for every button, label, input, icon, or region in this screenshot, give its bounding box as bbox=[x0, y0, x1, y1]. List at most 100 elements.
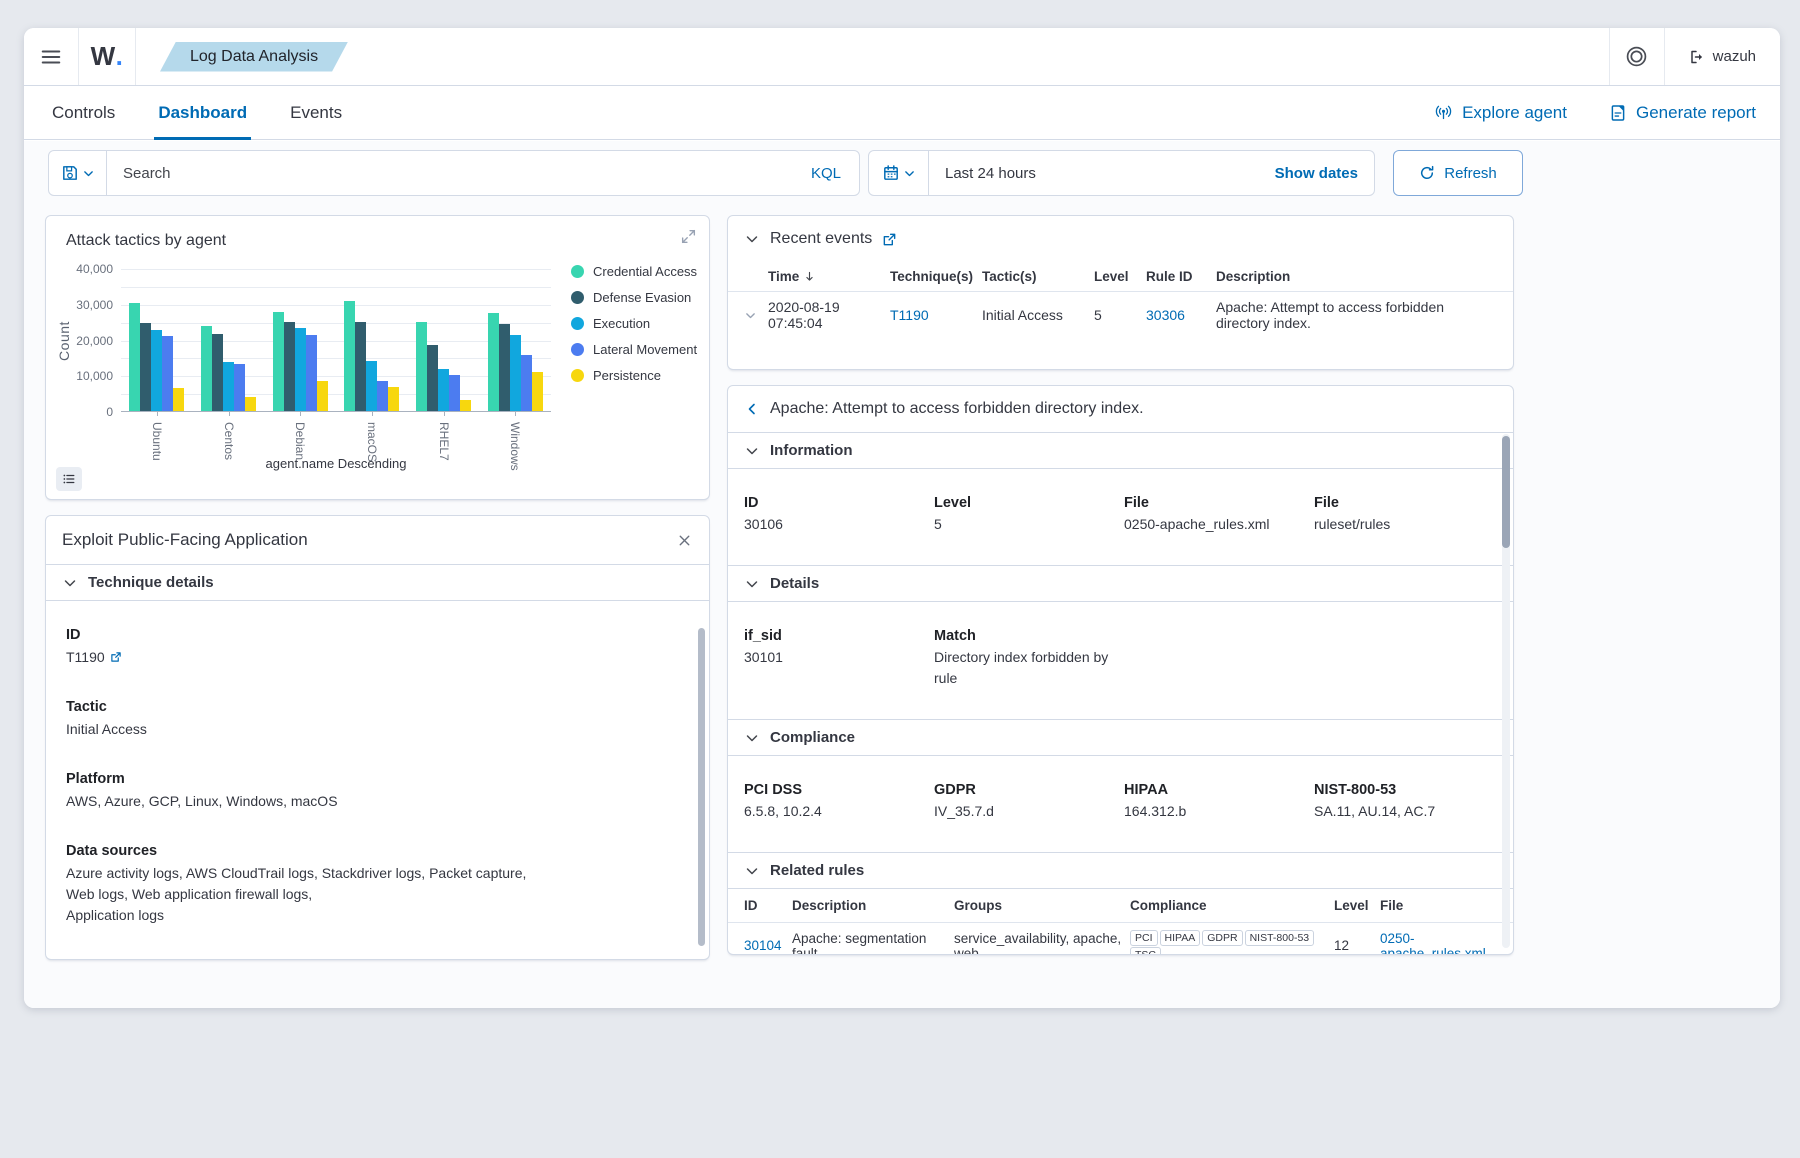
related-rules-label: Related rules bbox=[770, 862, 864, 879]
close-icon bbox=[676, 532, 693, 549]
details-section[interactable]: Details bbox=[728, 566, 1513, 601]
bar-defense-evasion-macos[interactable] bbox=[355, 322, 366, 411]
generate-report-button[interactable]: Generate report bbox=[1609, 103, 1756, 123]
bar-defense-evasion-centos[interactable] bbox=[212, 334, 223, 411]
field-value[interactable]: IV_35.7.d bbox=[934, 801, 1124, 822]
refresh-button[interactable]: Refresh bbox=[1393, 150, 1523, 196]
column-header-rule-id[interactable]: Rule ID bbox=[1146, 269, 1216, 284]
compliance-section[interactable]: Compliance bbox=[728, 720, 1513, 755]
field-value[interactable]: 6.5.8, 10.2.4 bbox=[744, 801, 934, 822]
bar-persistence-macos[interactable] bbox=[388, 387, 399, 411]
legend-item-credential-access[interactable]: Credential Access bbox=[571, 264, 697, 279]
close-technique-button[interactable] bbox=[676, 532, 693, 549]
legend-item-lateral-movement[interactable]: Lateral Movement bbox=[571, 342, 697, 357]
event-technique-link[interactable]: T1190 bbox=[890, 307, 982, 323]
expand-chart-button[interactable] bbox=[680, 228, 697, 245]
bar-credential-access-ubuntu[interactable] bbox=[129, 303, 140, 411]
column-header-description[interactable]: Description bbox=[1216, 269, 1497, 284]
technique-details-section[interactable]: Technique details bbox=[46, 565, 709, 600]
bar-execution-macos[interactable] bbox=[366, 361, 377, 411]
information-fields: ID30106Level5File0250-apache_rules.xmlFi… bbox=[728, 469, 1513, 565]
legend-item-execution[interactable]: Execution bbox=[571, 316, 697, 331]
explore-agent-button[interactable]: Explore agent bbox=[1434, 103, 1567, 123]
bar-lateral-movement-debian[interactable] bbox=[306, 335, 317, 411]
calendar-button[interactable] bbox=[869, 151, 929, 195]
information-section[interactable]: Information bbox=[728, 433, 1513, 468]
bar-persistence-rhel7[interactable] bbox=[460, 400, 471, 411]
scrollbar-thumb[interactable] bbox=[698, 628, 705, 946]
breadcrumb[interactable]: Log Data Analysis bbox=[160, 42, 348, 72]
field-value[interactable]: SA.11, AU.14, AC.7 bbox=[1314, 801, 1497, 822]
bar-execution-rhel7[interactable] bbox=[438, 369, 449, 411]
x-tick bbox=[300, 411, 301, 416]
field-value[interactable]: 0250-apache_rules.xml bbox=[1124, 514, 1314, 535]
show-dates-button[interactable]: Show dates bbox=[1259, 165, 1374, 182]
tab-dashboard[interactable]: Dashboard bbox=[154, 86, 251, 139]
saved-queries-button[interactable] bbox=[49, 151, 107, 195]
column-header-level[interactable]: Level bbox=[1094, 269, 1146, 284]
logout-button[interactable]: wazuh bbox=[1665, 28, 1780, 85]
bar-lateral-movement-macos[interactable] bbox=[377, 381, 388, 411]
bar-execution-windows[interactable] bbox=[510, 335, 521, 411]
bar-credential-access-macos[interactable] bbox=[344, 301, 355, 411]
technique-panel: Exploit Public-Facing Application Techni… bbox=[45, 515, 710, 960]
bar-persistence-centos[interactable] bbox=[245, 397, 256, 411]
column-header-technique-s[interactable]: Technique(s) bbox=[890, 269, 982, 284]
rule-file-link[interactable]: 0250-apache_rules.xml bbox=[1380, 931, 1497, 956]
gridline bbox=[121, 358, 551, 359]
bar-credential-access-centos[interactable] bbox=[201, 326, 212, 411]
scrollbar-thumb[interactable] bbox=[1502, 436, 1510, 548]
field-value[interactable]: 5 bbox=[934, 514, 1124, 535]
technique-field-tactic: TacticInitial Access bbox=[66, 699, 689, 740]
bar-defense-evasion-windows[interactable] bbox=[499, 324, 510, 411]
kql-button[interactable]: KQL bbox=[793, 151, 859, 195]
bar-lateral-movement-windows[interactable] bbox=[521, 355, 532, 411]
health-status-button[interactable] bbox=[1610, 28, 1664, 85]
chart-legend: Credential Access Defense Evasion Executio… bbox=[571, 264, 697, 394]
column-header-tactic-s[interactable]: Tactic(s) bbox=[982, 269, 1094, 284]
bar-credential-access-debian[interactable] bbox=[273, 312, 284, 411]
time-range-button[interactable]: Last 24 hours bbox=[929, 165, 1052, 182]
bar-credential-access-rhel7[interactable] bbox=[416, 322, 427, 411]
bar-defense-evasion-debian[interactable] bbox=[284, 322, 295, 411]
legend-toggle-button[interactable] bbox=[56, 467, 82, 491]
open-events-icon[interactable] bbox=[882, 232, 897, 247]
chevron-down-icon bbox=[903, 167, 916, 180]
event-row[interactable]: 2020-08-19 07:45:04T1190Initial Access53… bbox=[728, 292, 1513, 338]
legend-item-persistence[interactable]: Persistence bbox=[571, 368, 697, 383]
search-input[interactable] bbox=[107, 151, 793, 195]
field-value[interactable]: ruleset/rules bbox=[1314, 514, 1497, 535]
bar-lateral-movement-rhel7[interactable] bbox=[449, 375, 460, 411]
bar-defense-evasion-ubuntu[interactable] bbox=[140, 323, 151, 411]
tab-controls[interactable]: Controls bbox=[48, 86, 119, 139]
menu-button[interactable] bbox=[24, 28, 78, 85]
field-label: ID bbox=[744, 495, 934, 511]
column-header-time[interactable]: Time bbox=[768, 269, 890, 284]
bar-execution-ubuntu[interactable] bbox=[151, 330, 162, 411]
bar-defense-evasion-rhel7[interactable] bbox=[427, 345, 438, 411]
field-value[interactable]: T1190 bbox=[66, 647, 626, 668]
rule-id-link[interactable]: 30104 bbox=[744, 938, 792, 953]
bar-persistence-debian[interactable] bbox=[317, 381, 328, 411]
app-logo[interactable]: W. bbox=[79, 28, 135, 85]
tab-events[interactable]: Events bbox=[286, 86, 346, 139]
event-rule-id-link[interactable]: 30306 bbox=[1146, 307, 1216, 323]
bar-execution-debian[interactable] bbox=[295, 328, 306, 411]
back-icon[interactable] bbox=[744, 401, 760, 417]
date-picker: Last 24 hours Show dates bbox=[868, 150, 1375, 196]
bar-lateral-movement-ubuntu[interactable] bbox=[162, 336, 173, 411]
bar-credential-access-windows[interactable] bbox=[488, 313, 499, 411]
related-rule-row[interactable]: 30104Apache: segmentation fault.service_… bbox=[728, 923, 1513, 955]
events-table-body: 2020-08-19 07:45:04T1190Initial Access53… bbox=[728, 292, 1513, 338]
bar-execution-centos[interactable] bbox=[223, 362, 234, 411]
bar-persistence-ubuntu[interactable] bbox=[173, 388, 184, 411]
collapse-icon[interactable] bbox=[744, 231, 760, 247]
field-value[interactable]: 164.312.b bbox=[1124, 801, 1314, 822]
bar-persistence-windows[interactable] bbox=[532, 372, 543, 411]
legend-item-defense-evasion[interactable]: Defense Evasion bbox=[571, 290, 697, 305]
x-category-label: RHEL7 bbox=[437, 422, 451, 461]
bar-lateral-movement-centos[interactable] bbox=[234, 364, 245, 411]
technique-field-id: IDT1190 bbox=[66, 627, 689, 668]
row-expand-icon[interactable] bbox=[744, 309, 768, 322]
related-rules-section[interactable]: Related rules bbox=[728, 853, 1513, 888]
